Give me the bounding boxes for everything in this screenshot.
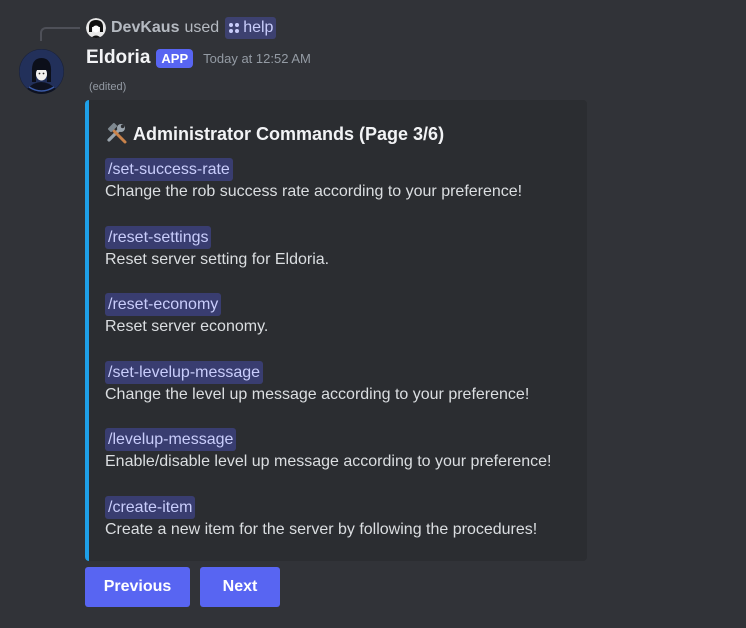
reply-spine xyxy=(40,27,80,41)
command-item: /set-levelup-message Change the level up… xyxy=(105,361,529,406)
reply-username[interactable]: DevKaus xyxy=(111,19,179,37)
command-code[interactable]: /create-item xyxy=(105,496,196,519)
command-code[interactable]: /levelup-message xyxy=(105,428,237,451)
command-mention-label: help xyxy=(243,19,274,36)
hammer-wrench-icon xyxy=(107,122,127,144)
embed-title-text: Administrator Commands (Page 3/6) xyxy=(133,123,445,144)
command-code[interactable]: /set-success-rate xyxy=(105,158,233,181)
command-code[interactable]: /reset-settings xyxy=(105,226,212,249)
next-button[interactable]: Next xyxy=(200,567,280,607)
command-description: Reset server economy. xyxy=(105,318,269,335)
message-timestamp[interactable]: Today at 12:52 AM xyxy=(203,51,311,66)
command-description: Change the rob success rate according to… xyxy=(105,183,523,200)
embed-card: Administrator Commands (Page 3/6) /set-s… xyxy=(85,100,587,561)
command-code[interactable]: /reset-economy xyxy=(105,293,222,316)
command-item: /levelup-message Enable/disable level up… xyxy=(105,428,552,473)
author-name[interactable]: Eldoria xyxy=(86,47,150,69)
reply-reference[interactable]: DevKaus used help xyxy=(86,16,277,40)
reply-used-text: used xyxy=(184,19,220,36)
reply-user-avatar[interactable] xyxy=(86,18,106,38)
command-description: Create a new item for the server by foll… xyxy=(105,521,538,538)
apps-icon xyxy=(229,23,240,33)
edited-indicator: (edited) xyxy=(89,81,127,93)
command-item: /reset-settings Reset server setting for… xyxy=(105,226,329,271)
message-header: Eldoria APP Today at 12:52 AM xyxy=(86,46,311,70)
command-item: /set-success-rate Change the rob success… xyxy=(105,158,522,203)
command-mention[interactable]: help xyxy=(225,17,277,39)
bot-avatar[interactable] xyxy=(19,49,64,94)
command-item: /reset-economy Reset server economy. xyxy=(105,293,268,338)
previous-button[interactable]: Previous xyxy=(85,567,190,607)
command-description: Reset server setting for Eldoria. xyxy=(105,251,330,268)
command-description: Change the level up message according to… xyxy=(105,386,530,403)
command-code[interactable]: /set-levelup-message xyxy=(105,361,264,384)
command-description: Enable/disable level up message accordin… xyxy=(105,453,552,470)
command-item: /create-item Create a new item for the s… xyxy=(105,496,537,541)
embed-title: Administrator Commands (Page 3/6) xyxy=(105,122,444,146)
app-badge: APP xyxy=(156,48,194,68)
